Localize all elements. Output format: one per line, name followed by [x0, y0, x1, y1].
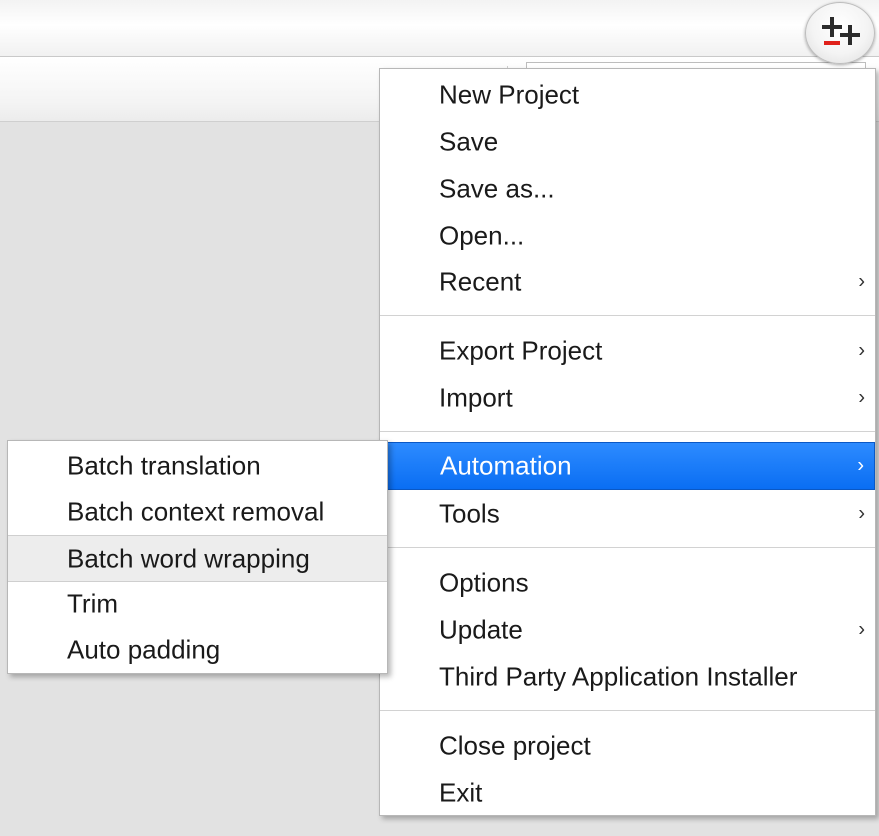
menu-item-label: Import — [439, 382, 513, 413]
menu-item-label: Open... — [439, 220, 525, 251]
menu-item-label: New Project — [439, 79, 580, 110]
menu-separator — [380, 315, 875, 316]
plus-minus-plus-icon — [822, 17, 860, 45]
menu-item-recent[interactable]: Recent › — [380, 260, 875, 304]
submenu-item-label: Batch word wrapping — [67, 543, 310, 573]
menu-item-label: Options — [439, 567, 529, 598]
menu-item-options[interactable]: Options — [380, 561, 875, 605]
menu-item-label: Third Party Application Installer — [439, 661, 798, 692]
menu-item-label: Export Project — [439, 335, 603, 366]
submenu-item-trim[interactable]: Trim — [8, 582, 387, 626]
chevron-right-icon: › — [858, 270, 865, 293]
menu-item-label: Recent — [439, 266, 522, 297]
menu-item-import[interactable]: Import › — [380, 376, 875, 420]
submenu-item-batch-context-removal[interactable]: Batch context removal — [8, 490, 387, 534]
menu-item-exit[interactable]: Exit — [380, 771, 875, 815]
menu-item-update[interactable]: Update › — [380, 608, 875, 652]
menu-item-label: Save as... — [439, 173, 555, 204]
menu-item-third-party-installer[interactable]: Third Party Application Installer — [380, 655, 875, 699]
submenu-item-batch-translation[interactable]: Batch translation — [8, 444, 387, 488]
menu-item-close-project[interactable]: Close project — [380, 724, 875, 768]
menu-separator — [380, 710, 875, 711]
menu-separator — [380, 431, 875, 432]
menu-item-label: Update — [439, 614, 523, 645]
menu-item-export-project[interactable]: Export Project › — [380, 329, 875, 373]
submenu-item-auto-padding[interactable]: Auto padding — [8, 628, 387, 672]
window-top-bar — [0, 0, 879, 56]
chevron-right-icon: › — [858, 502, 865, 525]
app-main-menu: New Project Save Save as... Open... Rece… — [379, 68, 876, 816]
submenu-item-batch-word-wrapping[interactable]: Batch word wrapping — [8, 535, 387, 582]
menu-item-label: Exit — [439, 777, 483, 808]
menu-item-label: Save — [439, 126, 499, 157]
app-menu-button[interactable] — [805, 2, 875, 64]
submenu-item-label: Batch context removal — [67, 496, 325, 527]
chevron-right-icon: › — [857, 454, 864, 477]
menu-item-open[interactable]: Open... — [380, 214, 875, 258]
menu-item-tools[interactable]: Tools › — [380, 492, 875, 536]
automation-submenu: Batch translation Batch context removal … — [7, 440, 388, 674]
menu-item-label: Close project — [439, 730, 591, 761]
menu-item-save-as[interactable]: Save as... — [380, 167, 875, 211]
chevron-right-icon: › — [858, 618, 865, 641]
submenu-item-label: Trim — [67, 588, 119, 619]
submenu-item-label: Auto padding — [67, 634, 221, 665]
menu-item-label: Tools — [439, 498, 500, 529]
menu-item-automation[interactable]: Automation › — [380, 442, 875, 490]
chevron-right-icon: › — [858, 386, 865, 409]
menu-separator — [380, 547, 875, 548]
submenu-item-label: Batch translation — [67, 450, 261, 481]
menu-item-new-project[interactable]: New Project — [380, 73, 875, 117]
chevron-right-icon: › — [858, 339, 865, 362]
menu-item-label: Automation — [440, 450, 572, 481]
menu-item-save[interactable]: Save — [380, 120, 875, 164]
